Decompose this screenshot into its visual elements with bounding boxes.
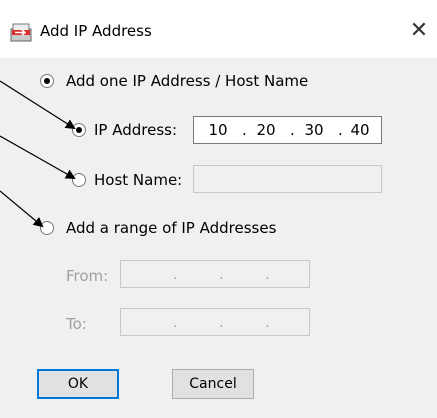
callout-arrows: [0, 80, 76, 228]
arrow-host-name: [0, 135, 76, 179]
arrow-ip-address: [0, 80, 76, 130]
arrow-add-range: [0, 190, 44, 228]
